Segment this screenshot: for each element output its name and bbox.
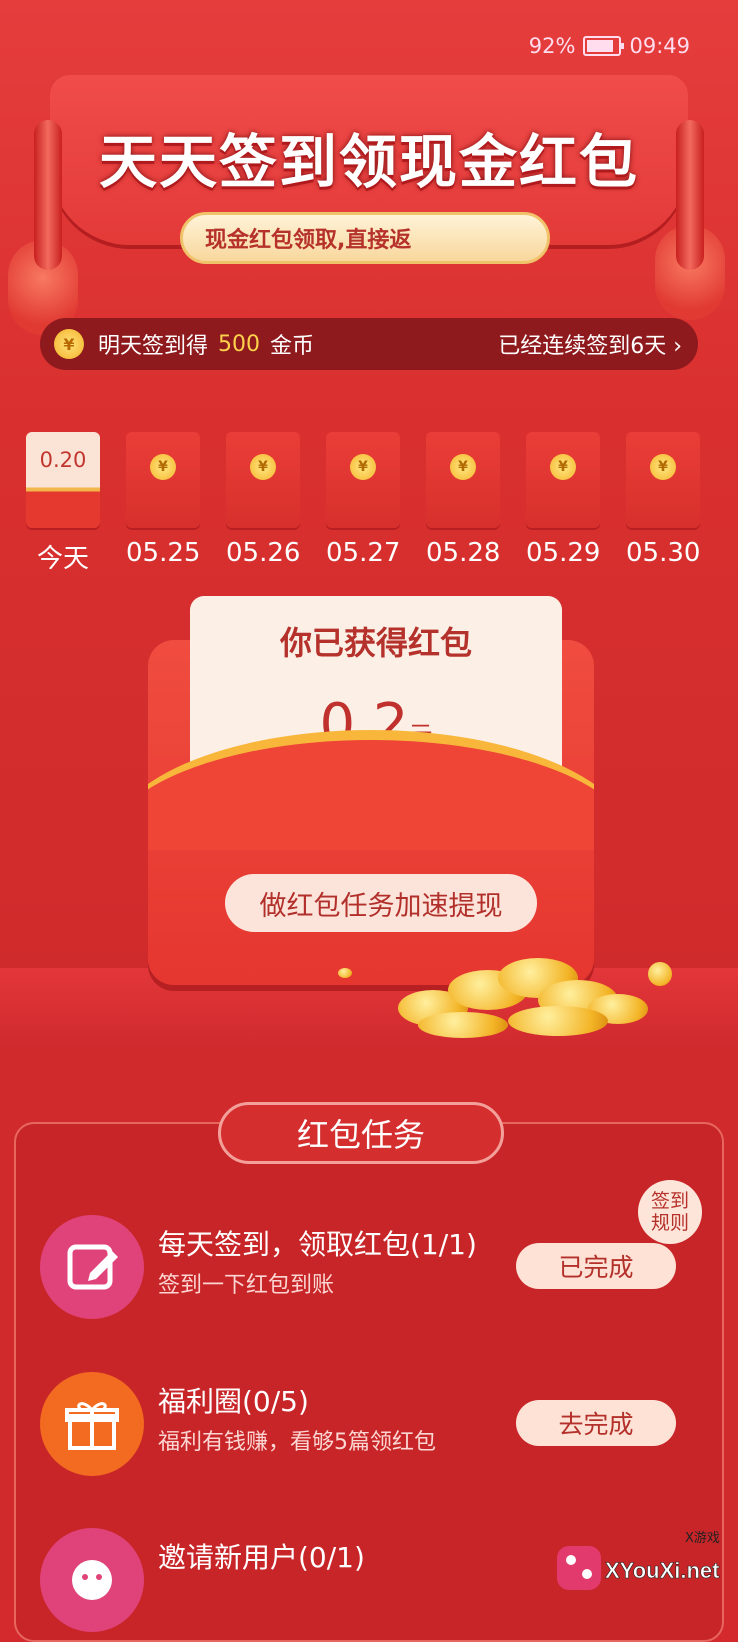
day-label: 05.30 [626, 538, 701, 568]
red-envelope-opened: 0.20 [26, 432, 100, 528]
day-item[interactable]: ¥ 05.30 [626, 432, 700, 568]
status-bar: 92% 09:49 [529, 34, 690, 58]
yen-icon: ¥ [650, 454, 676, 480]
day-label: 05.25 [126, 538, 201, 568]
day-item[interactable]: ¥ 05.27 [326, 432, 400, 568]
task-go-button[interactable]: 去完成 [516, 1400, 676, 1446]
tasks-header: 红包任务 [218, 1102, 504, 1164]
svg-text:XYouXi.net: XYouXi.net [605, 1558, 720, 1583]
red-envelope-icon: ¥ [426, 432, 500, 528]
coin-amount: 500 [218, 331, 261, 357]
checkin-info-bar[interactable]: ¥ 明天签到得 500 金币 已经连续签到6天 › [40, 318, 698, 370]
task-desc: 福利有钱赚，看够5篇领红包 [158, 1430, 436, 1455]
checkin-calendar: 0.20 今天 ¥ 05.25 ¥ 05.26 ¥ 05.27 ¥ 05.28 … [26, 432, 716, 582]
streak-text: 已经连续签到6天 [498, 334, 667, 359]
gift-icon [40, 1372, 144, 1476]
coin-icon: ¥ [54, 329, 84, 359]
day-label: 今天 [36, 544, 89, 574]
day-label: 05.27 [326, 538, 401, 568]
day-label: 05.26 [226, 538, 301, 568]
task-done-button[interactable]: 已完成 [516, 1243, 676, 1289]
banner-subtitle: 现金红包领取,直接返 [180, 212, 550, 264]
day-amount: 0.20 [39, 448, 87, 472]
checkin-prefix: 明天签到得 [98, 334, 209, 359]
red-envelope-icon: ¥ [126, 432, 200, 528]
smiley-icon [40, 1528, 144, 1632]
task-desc: 签到一下红包到账 [158, 1273, 335, 1298]
yen-icon: ¥ [150, 454, 176, 480]
site-watermark: X游戏 XYouXi.net [555, 1528, 735, 1598]
day-item[interactable]: ¥ 05.25 [126, 432, 200, 568]
chevron-right-icon: › [666, 334, 682, 359]
clock: 09:49 [629, 34, 690, 58]
red-envelope-icon: ¥ [326, 432, 400, 528]
reward-title: 你已获得红包 [279, 624, 472, 662]
red-envelope-icon: ¥ [226, 432, 300, 528]
red-envelope-icon: ¥ [626, 432, 700, 528]
battery-percent: 92% [528, 34, 576, 58]
checkin-suffix: 金币 [270, 334, 315, 359]
page-title: 天天签到领现金红包 [98, 128, 639, 196]
task-title: 每天签到，领取红包(1/1) [158, 1228, 477, 1261]
task-title: 福利圈(0/5) [158, 1385, 309, 1418]
envelope-flap [148, 730, 594, 850]
day-label: 05.28 [426, 538, 501, 568]
yen-icon: ¥ [350, 454, 376, 480]
red-envelope-icon: ¥ [526, 432, 600, 528]
speed-up-withdraw-button[interactable]: 做红包任务加速提现 [225, 874, 537, 932]
day-item[interactable]: ¥ 05.29 [526, 432, 600, 568]
day-label: 05.29 [526, 538, 601, 568]
streak-link[interactable]: 已经连续签到6天 › [498, 328, 682, 360]
yen-icon: ¥ [450, 454, 476, 480]
yen-icon: ¥ [250, 454, 276, 480]
task-daily-checkin: 每天签到，领取红包(1/1) 签到一下红包到账 已完成 [40, 1215, 690, 1325]
day-item[interactable]: ¥ 05.26 [226, 432, 300, 568]
edit-icon [40, 1215, 144, 1319]
task-title: 邀请新用户(0/1) [158, 1541, 365, 1574]
day-item[interactable]: ¥ 05.28 [426, 432, 500, 568]
battery-icon [583, 36, 625, 56]
svg-text:X游戏: X游戏 [685, 1531, 720, 1546]
yen-icon: ¥ [550, 454, 576, 480]
gold-coins-icon [338, 950, 672, 1040]
task-welfare-circle: 福利圈(0/5) 福利有钱赚，看够5篇领红包 去完成 [40, 1372, 690, 1482]
day-today[interactable]: 0.20 今天 [26, 432, 100, 575]
